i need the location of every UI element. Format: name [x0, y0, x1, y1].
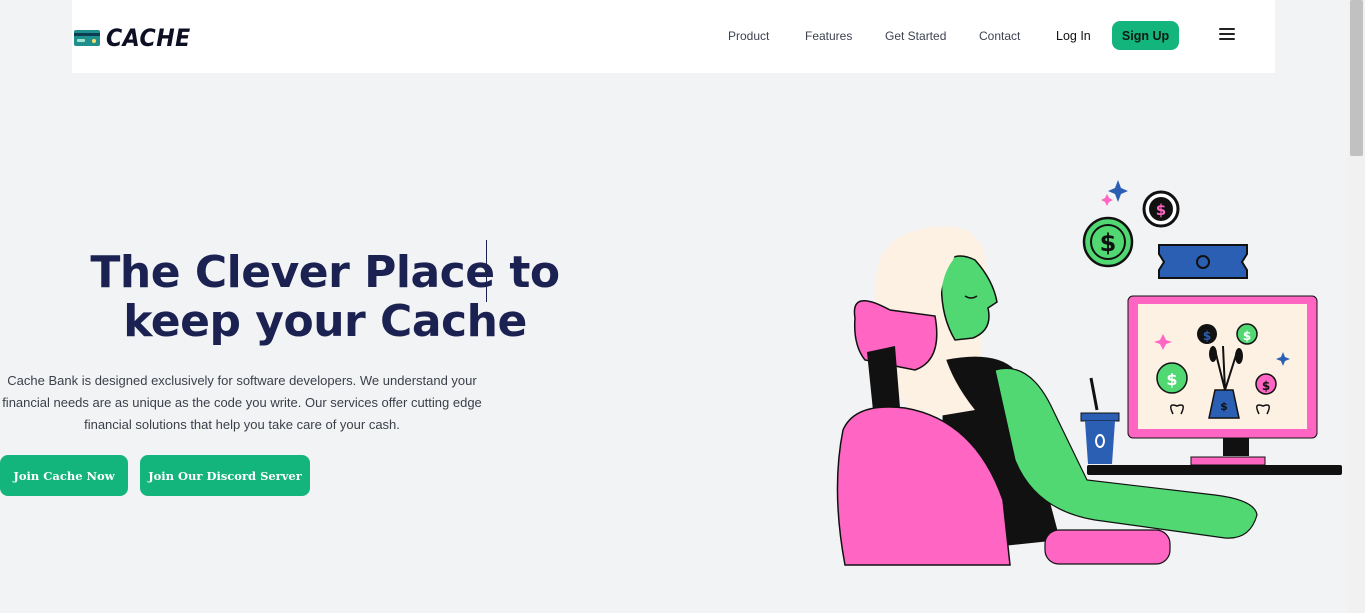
join-cache-button[interactable]: Join Cache Now: [0, 455, 128, 496]
nav-link-get-started[interactable]: Get Started: [885, 29, 946, 43]
hero-description: Cache Bank is designed exclusively for s…: [2, 373, 482, 432]
svg-text:$: $: [1166, 370, 1177, 389]
login-link[interactable]: Log In: [1056, 29, 1091, 43]
join-discord-button[interactable]: Join Our Discord Server: [140, 455, 310, 496]
svg-text:$: $: [1262, 379, 1270, 393]
hero-title: The Clever Place to keep your Cache: [90, 247, 560, 347]
credit-card-icon: [74, 30, 100, 46]
nav-link-features[interactable]: Features: [805, 29, 852, 43]
monitor-illustration: $ $ $ $ $: [1127, 295, 1318, 466]
hamburger-menu-icon[interactable]: [1219, 28, 1235, 42]
sparkle-icon: [1101, 180, 1128, 206]
brand-name: CACHE: [106, 24, 191, 52]
svg-text:$: $: [1243, 329, 1251, 343]
nav-link-contact[interactable]: Contact: [979, 29, 1020, 43]
svg-text:$: $: [1156, 201, 1166, 219]
scrollbar-thumb[interactable]: [1350, 0, 1363, 156]
coin-icon: $: [1142, 190, 1180, 228]
signup-button[interactable]: Sign Up: [1112, 21, 1179, 50]
hero-illustration: $ $ $ $ $ $ $: [836, 180, 1342, 566]
svg-text:$: $: [1220, 400, 1228, 413]
brand-logo[interactable]: CACHE: [74, 24, 198, 52]
banknote-icon: [1158, 244, 1248, 279]
nav-link-product[interactable]: Product: [728, 29, 769, 43]
navbar: CACHE Product Features Get Started Conta…: [72, 0, 1275, 73]
coin-icon: $: [1082, 216, 1134, 268]
text-cursor: [486, 240, 487, 302]
svg-text:$: $: [1100, 229, 1117, 257]
svg-text:$: $: [1203, 329, 1211, 343]
drink-cup-icon: [1080, 377, 1120, 464]
